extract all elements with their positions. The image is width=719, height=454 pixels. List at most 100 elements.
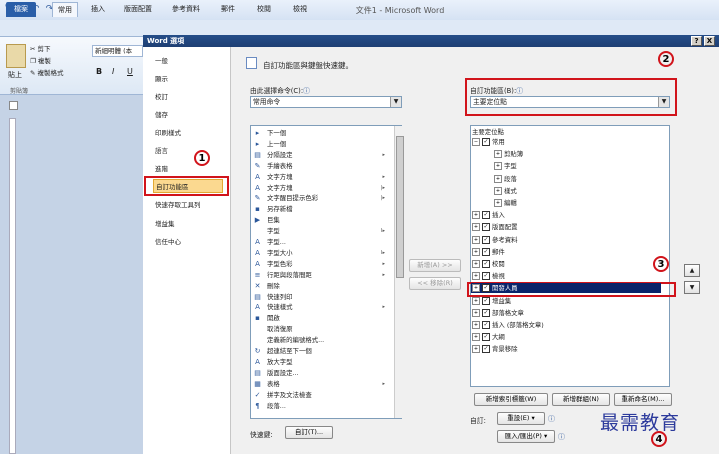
expand-icon[interactable]: + <box>494 174 502 183</box>
nav-general[interactable]: 一般 <box>153 54 223 68</box>
checkbox[interactable]: ✓ <box>482 345 490 354</box>
command-list-item[interactable]: A 放大字型 <box>251 358 391 367</box>
tree-item[interactable]: + ✓ 插入 (部落格文章) <box>472 320 544 330</box>
new-group-button[interactable]: 新增群組(N) <box>552 393 610 406</box>
tree-item[interactable]: + 字型 <box>494 161 517 171</box>
nav-proofing[interactable]: 校訂 <box>153 90 223 104</box>
tree-item[interactable]: + ✓ 參考資料 <box>472 235 518 245</box>
command-list-item[interactable]: ▤ 快速列印 <box>251 293 391 302</box>
tree-item[interactable]: + ✓ 校閱 <box>472 259 505 269</box>
expand-icon[interactable]: + <box>494 162 502 171</box>
command-list-item[interactable]: ▸ 上一個 <box>251 140 391 149</box>
checkbox[interactable]: ✓ <box>482 308 490 317</box>
expand-icon[interactable]: + <box>472 345 480 354</box>
expand-icon[interactable]: + <box>472 247 480 256</box>
shortcut-customize-button[interactable]: 自訂(T)... <box>285 426 333 439</box>
tab-insert[interactable]: 插入 <box>86 2 110 17</box>
command-list-item[interactable]: ▤ 版面設定... <box>251 369 391 378</box>
command-list-item[interactable]: ↻ 超連結至下一個 <box>251 347 391 356</box>
checkbox[interactable]: ✓ <box>482 223 490 232</box>
tree-item[interactable]: + 段落 <box>494 174 517 184</box>
new-tab-button[interactable]: 新增索引標籤(W) <box>474 393 548 406</box>
tree-item[interactable]: + ✓ 版面配置 <box>472 222 518 232</box>
checkbox[interactable]: ✓ <box>482 333 490 342</box>
tab-mailings[interactable]: 郵件 <box>216 2 240 17</box>
expand-icon[interactable]: + <box>472 223 480 232</box>
tree-item[interactable]: + ✓ 插入 <box>472 210 505 220</box>
tree-item[interactable]: + ✓ 增益集 <box>472 296 511 306</box>
expand-icon[interactable]: + <box>472 211 480 220</box>
italic-button[interactable]: I <box>112 67 114 76</box>
tab-layout[interactable]: 版面配置 <box>118 2 158 17</box>
command-list-item[interactable]: ✕ 刪除 <box>251 282 391 291</box>
help-button[interactable]: ? <box>691 36 702 46</box>
command-list-item[interactable]: A 文字方塊 |▸ <box>251 184 391 193</box>
cut-button[interactable]: ✂ 剪下 <box>30 43 51 53</box>
command-list-item[interactable]: 字型 I▸ <box>251 227 391 236</box>
copy-button[interactable]: ❐ 複製 <box>30 55 51 65</box>
nav-typography[interactable]: 印刷樣式 <box>153 126 223 140</box>
command-list-item[interactable]: ▪ 另存新檔 <box>251 205 391 214</box>
checkbox[interactable]: ✓ <box>482 211 490 220</box>
expand-icon[interactable]: + <box>472 296 480 305</box>
expand-icon[interactable]: + <box>472 272 480 281</box>
chevron-down-icon[interactable]: ▼ <box>390 97 401 107</box>
expand-icon[interactable]: + <box>472 235 480 244</box>
commands-list[interactable]: ▸ 下一個 ▸ 上一個 ▤ 分隔設定 ▸ ✎ 手繪表格 A 文字方塊 ▸ A 文字方塊 |▸ ✎ 文字醒目提示色… <box>250 125 402 419</box>
checkbox[interactable]: ✓ <box>482 321 490 329</box>
checkbox[interactable]: ✓ <box>482 296 490 305</box>
checkbox[interactable]: ✓ <box>482 138 490 146</box>
paste-icon[interactable] <box>6 44 26 68</box>
command-list-item[interactable]: ≡ 行距與段落間距 ▸ <box>251 271 391 280</box>
checkbox[interactable]: ✓ <box>482 284 490 293</box>
command-list-item[interactable]: A 字型色彩 ▸ <box>251 260 391 269</box>
tab-review[interactable]: 校閱 <box>252 2 276 17</box>
command-list-item[interactable]: ▸ 下一個 <box>251 129 391 138</box>
expand-icon[interactable]: + <box>494 186 502 195</box>
expand-icon[interactable]: + <box>472 260 480 268</box>
remove-button[interactable]: << 移除(R) <box>409 277 461 290</box>
tree-item[interactable]: + ✓ 部落格文章 <box>472 308 524 318</box>
command-list-item[interactable]: ✎ 文字醒目提示色彩 |▸ <box>251 194 391 203</box>
tree-item[interactable]: + ✓ 郵件 <box>472 247 505 257</box>
tree-item[interactable]: + ✓ 背景移除 <box>472 344 518 354</box>
tree-item[interactable]: + ✓ 開發人員 <box>471 283 661 294</box>
expand-icon[interactable]: + <box>472 284 480 293</box>
checkbox[interactable]: ✓ <box>482 260 490 268</box>
paste-label[interactable]: 貼上 <box>8 70 22 80</box>
command-list-item[interactable]: 定義新的編號格式... <box>251 336 391 345</box>
rename-button[interactable]: 重新命名(M)... <box>614 393 672 406</box>
tree-item[interactable]: + 編輯 <box>494 198 517 208</box>
tree-item[interactable]: + ✓ 大綱 <box>472 332 505 342</box>
add-button[interactable]: 新增(A) >> <box>409 259 461 272</box>
command-list-item[interactable]: A 字型... <box>251 238 391 247</box>
expand-icon[interactable]: + <box>472 308 480 317</box>
expand-icon[interactable]: + <box>472 333 480 342</box>
import-export-button[interactable]: 匯入/匯出(P) ▾ <box>497 430 555 443</box>
commands-scrollbar[interactable] <box>394 126 404 418</box>
nav-trust-center[interactable]: 信任中心 <box>153 235 223 249</box>
reset-button[interactable]: 重設(E) ▾ <box>497 412 545 425</box>
tree-item[interactable]: + 剪貼簿 <box>494 149 523 159</box>
font-name-combo[interactable]: 新細明體 (本 <box>92 45 143 57</box>
collapse-icon[interactable]: − <box>472 138 480 146</box>
ruler-toggle[interactable] <box>9 101 18 110</box>
nav-display[interactable]: 顯示 <box>153 72 223 86</box>
scroll-thumb[interactable] <box>396 136 404 278</box>
move-down-button[interactable]: ▼ <box>684 281 700 294</box>
command-list-item[interactable]: ▶ 巨集 <box>251 216 391 225</box>
tab-home[interactable]: 常用 <box>52 2 78 17</box>
checkbox[interactable]: ✓ <box>482 272 490 281</box>
close-button[interactable]: X <box>704 36 715 46</box>
nav-addins[interactable]: 增益集 <box>153 217 223 231</box>
expand-icon[interactable]: + <box>472 321 480 329</box>
command-list-item[interactable]: ▪ 開啟 <box>251 314 391 323</box>
tree-item[interactable]: + 樣式 <box>494 186 517 196</box>
command-list-item[interactable]: ✎ 手繪表格 <box>251 162 391 171</box>
nav-language[interactable]: 語言 <box>153 144 223 158</box>
underline-button[interactable]: U <box>127 67 133 76</box>
tree-item[interactable]: − ✓ 常用 <box>472 137 505 147</box>
command-list-item[interactable]: A 字型大小 I▸ <box>251 249 391 258</box>
expand-icon[interactable]: + <box>494 150 502 159</box>
tab-view[interactable]: 檢視 <box>288 2 312 17</box>
